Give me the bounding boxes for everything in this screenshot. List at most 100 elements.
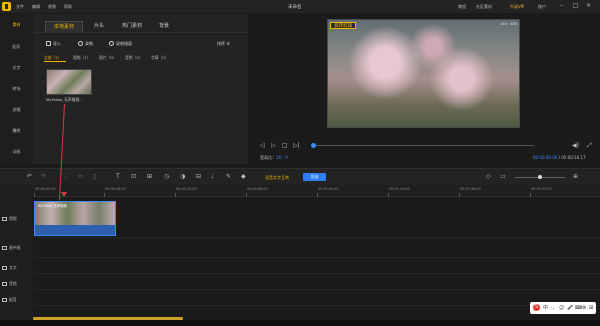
tab-local-media[interactable]: 本地素材 — [45, 21, 83, 32]
delete-icon[interactable]: ▯ — [93, 174, 96, 180]
track-head-text[interactable]: 文字 — [2, 265, 17, 271]
track-head-pip[interactable]: 画中画 — [2, 245, 20, 251]
mic-icon[interactable]: 🎤 — [567, 305, 573, 311]
sidebar-item-animation[interactable]: 动画 — [0, 149, 33, 155]
next-frame-icon[interactable]: ▷| — [293, 143, 300, 149]
media-thumbnail[interactable] — [46, 69, 92, 95]
mic-icon[interactable]: ♩ — [211, 174, 214, 180]
emoji-icon[interactable]: ☺ — [559, 305, 564, 311]
track-head-voiceover[interactable]: 配音 — [2, 297, 17, 303]
menu-help[interactable]: 帮助 — [64, 4, 72, 10]
voiceover-track[interactable] — [33, 290, 600, 306]
sort-button[interactable]: 排序 ☰ — [217, 41, 230, 47]
tab-background[interactable]: 背景 — [151, 21, 177, 32]
fit-icon[interactable]: ▭ — [500, 174, 506, 180]
paint-icon[interactable]: ◆ — [241, 174, 246, 180]
scissors-icon[interactable]: ✂ — [78, 174, 83, 180]
taskbar — [0, 320, 600, 326]
filter-audio[interactable]: 音频（0） — [125, 55, 143, 61]
crop-icon[interactable]: ⊡ — [131, 174, 136, 180]
ruler-tick-mark — [459, 193, 460, 197]
import-button[interactable]: 导入 — [46, 41, 61, 47]
maximize-icon[interactable]: □ — [573, 2, 579, 10]
stop-icon[interactable]: □ — [282, 143, 288, 149]
edit-icon[interactable]: ✎ — [226, 174, 231, 180]
filter-video[interactable]: 视频（1） — [73, 55, 91, 61]
sidebar-item-overlay[interactable]: 叠附 — [0, 128, 33, 134]
tab-hot-media[interactable]: 热门素材 — [113, 21, 151, 32]
pip-track[interactable] — [33, 238, 600, 258]
playback-progress[interactable] — [314, 145, 534, 146]
volume-icon[interactable]: ◀) — [572, 143, 579, 149]
filter-subtitle[interactable]: 字幕（0） — [151, 55, 169, 61]
screen-record-button[interactable]: 录制镜面 — [109, 41, 132, 47]
video-track[interactable] — [33, 198, 600, 238]
track-head-audio[interactable]: 音频 — [2, 281, 17, 287]
resolution-label: 480 · 480 — [500, 22, 517, 26]
ruler-tick-mark — [317, 193, 318, 197]
resize-icon[interactable]: ⊞ — [147, 174, 152, 180]
filter-image[interactable]: 图片（0） — [99, 55, 117, 61]
ruler-tick: 00:00:32.00 — [176, 187, 197, 191]
ruler-tick-mark — [388, 193, 389, 197]
text-track[interactable] — [33, 258, 600, 274]
redo-icon[interactable]: ↷ — [41, 174, 46, 180]
undo-icon[interactable]: ↶ — [27, 174, 32, 180]
settings-icon[interactable]: ⚙ — [582, 305, 586, 311]
media-panel: 本地素材 片头 热门素材 背景 导入 录制 录制镜面 排序 ☰ 全部（1） 视频… — [33, 14, 248, 164]
shield-icon[interactable]: ◇ — [486, 174, 491, 180]
video-clip[interactable]: MyVideo_无声视频 — [34, 201, 116, 236]
upgrade-vip-link[interactable]: 升级VIP — [510, 4, 524, 10]
freeze-icon[interactable]: ⊟ — [196, 174, 201, 180]
text-icon[interactable]: T — [116, 174, 120, 180]
sidebar-item-text[interactable]: 文字 — [0, 65, 33, 71]
community-link[interactable]: 社区素材 — [476, 4, 492, 10]
color-icon[interactable]: ◑ — [180, 174, 185, 180]
import-icon — [46, 41, 51, 46]
sogou-logo-icon[interactable]: S — [533, 304, 540, 311]
grid-icon[interactable]: ⊞ — [589, 305, 593, 311]
menu-video[interactable]: 视频 — [48, 4, 56, 10]
ime-mode-icon[interactable]: 中 — [543, 305, 548, 311]
filter-underline — [44, 61, 66, 62]
ruler-tick: 00:00:16.00 — [105, 187, 126, 191]
zoom-in-icon[interactable]: ⊕ — [573, 174, 578, 180]
sidebar-item-media[interactable]: 素材 — [0, 22, 33, 28]
menu-file[interactable]: 文件 — [16, 4, 24, 10]
speed-icon[interactable]: ◷ — [164, 174, 169, 180]
aspect-ratio[interactable]: 宽高比：16：9 — [260, 155, 288, 161]
screen-record-icon — [109, 41, 114, 46]
voiceover-track-icon — [2, 298, 7, 302]
left-sidebar: 素材 配乐 文字 转场 滤镜 叠附 动画 — [0, 14, 33, 164]
ruler-tick-mark — [175, 193, 176, 197]
speech-text-convert-button[interactable]: 语音文字互转 — [265, 175, 289, 181]
tab-intro[interactable]: 片头 — [85, 21, 113, 32]
timeline-ruler[interactable]: 00:00:00.00 00:00:16.00 00:00:32.00 00:0… — [33, 185, 600, 197]
timeline-toolbar: ↶ ↷ ⋮ ✂ ▯ T ⊡ ⊞ ◷ ◑ ⊟ ♩ ✎ ◆ 语音文字互转 导出 ◇ … — [0, 168, 600, 185]
audio-track[interactable] — [33, 274, 600, 290]
zoom-slider-handle[interactable] — [538, 175, 542, 179]
play-icon[interactable]: ▷ — [271, 143, 276, 149]
video-track-icon — [2, 217, 7, 221]
sidebar-item-transition[interactable]: 转场 — [0, 86, 33, 92]
video-preview[interactable]: 爱转剪辑 480 · 480 — [327, 19, 520, 128]
sidebar-item-filter[interactable]: 滤镜 — [0, 107, 33, 113]
minimize-icon[interactable]: – — [560, 2, 563, 10]
progress-handle[interactable] — [311, 143, 316, 148]
track-head-video[interactable]: 视频 — [2, 216, 17, 222]
sidebar-item-music[interactable]: 配乐 — [0, 44, 33, 50]
tutorial-link[interactable]: 教程 — [458, 4, 466, 10]
account-link[interactable]: 账户 — [538, 4, 546, 10]
export-button[interactable]: 导出 — [303, 173, 326, 181]
pip-track-icon — [2, 246, 7, 250]
fullscreen-icon[interactable]: ⤢ — [587, 143, 592, 149]
close-icon[interactable]: × — [586, 2, 591, 10]
record-button[interactable]: 录制 — [78, 41, 93, 47]
prev-frame-icon[interactable]: ◁ — [260, 143, 265, 149]
track-headers: 视频 画中画 文字 音频 配音 — [0, 185, 33, 320]
watermark-badge: 爱转剪辑 — [330, 22, 356, 29]
split-icon[interactable]: ⋮ — [63, 174, 69, 180]
menu-edit[interactable]: 编辑 — [32, 4, 40, 10]
audio-track-icon — [2, 282, 7, 286]
punctuation-icon[interactable]: ·, — [551, 305, 554, 311]
